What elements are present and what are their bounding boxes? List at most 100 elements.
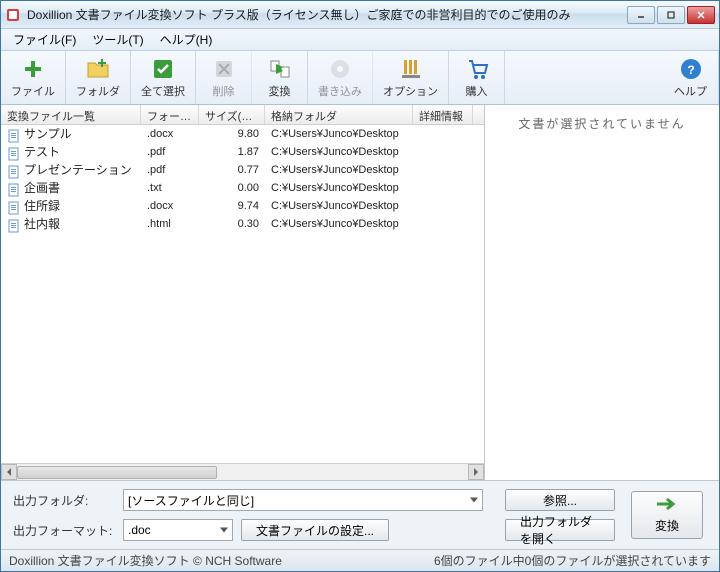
buy-icon bbox=[465, 57, 489, 81]
file-folder: C:¥Users¥Junco¥Desktop bbox=[265, 181, 413, 195]
list-body[interactable]: サンプル.docx9.80C:¥Users¥Junco¥Desktopテスト.p… bbox=[1, 125, 484, 463]
file-format: .pdf bbox=[141, 145, 199, 159]
file-name: 社内報 bbox=[24, 217, 60, 231]
toolbar: ファイル フォルダ 全て選択 削除 変換 書き込み オプション 購入 bbox=[1, 51, 719, 105]
preview-panel: 文書が選択されていません bbox=[485, 105, 719, 480]
list-row[interactable]: 社内報 .html0.30C:¥Users¥Junco¥Desktop bbox=[1, 215, 484, 233]
bottom-left: 出力フォルダ: [ソースファイルと同じ] 出力フォーマット: .doc 文書ファ… bbox=[13, 489, 493, 541]
toolbar-delete[interactable]: 削除 bbox=[196, 51, 252, 104]
file-format: .docx bbox=[141, 127, 199, 141]
toolbar-convert[interactable]: 変換 bbox=[252, 51, 308, 104]
scroll-thumb[interactable] bbox=[17, 466, 217, 479]
titlebar-text: Doxillion 文書ファイル変換ソフト プラス版（ライセンス無し）ご家庭での… bbox=[27, 6, 627, 23]
output-format-label: 出力フォーマット: bbox=[13, 522, 113, 539]
menu-help[interactable]: ヘルプ(H) bbox=[152, 29, 221, 50]
format-settings-button[interactable]: 文書ファイルの設定... bbox=[241, 519, 389, 541]
toolbar-help[interactable]: ? ヘルプ bbox=[663, 51, 719, 104]
file-info bbox=[413, 205, 473, 207]
document-icon bbox=[7, 147, 21, 161]
app-window: Doxillion 文書ファイル変換ソフト プラス版（ライセンス無し）ご家庭での… bbox=[0, 0, 720, 572]
file-format: .pdf bbox=[141, 163, 199, 177]
col-header-info[interactable]: 詳細情報 bbox=[413, 105, 473, 124]
file-name: サンプル bbox=[24, 127, 72, 141]
status-left: Doxillion 文書ファイル変換ソフト © NCH Software bbox=[9, 552, 434, 569]
toolbar-options[interactable]: オプション bbox=[373, 51, 449, 104]
list-row[interactable]: テスト .pdf1.87C:¥Users¥Junco¥Desktop bbox=[1, 143, 484, 161]
window-controls bbox=[627, 6, 715, 24]
file-size: 9.74 bbox=[199, 199, 265, 213]
bottom-right: 参照... 出力フォルダを開く bbox=[505, 489, 615, 541]
toolbar-write[interactable]: 書き込み bbox=[308, 51, 373, 104]
status-right: 6個のファイル中0個のファイルが選択されています bbox=[434, 552, 711, 569]
col-header-size[interactable]: サイズ(KB) bbox=[199, 105, 265, 124]
document-icon bbox=[7, 201, 21, 215]
options-icon bbox=[399, 57, 423, 81]
file-name: 企画書 bbox=[24, 181, 60, 195]
toolbar-buy[interactable]: 購入 bbox=[449, 51, 505, 104]
file-name: テスト bbox=[24, 145, 60, 159]
col-header-name[interactable]: 変換ファイル一覧 bbox=[1, 105, 141, 124]
file-info bbox=[413, 187, 473, 189]
svg-text:?: ? bbox=[687, 63, 694, 77]
scroll-left-button[interactable] bbox=[1, 464, 17, 480]
file-size: 0.77 bbox=[199, 163, 265, 177]
menu-file[interactable]: ファイル(F) bbox=[5, 29, 84, 50]
select-all-icon bbox=[151, 57, 175, 81]
minimize-button[interactable] bbox=[627, 6, 655, 24]
scroll-right-button[interactable] bbox=[468, 464, 484, 480]
file-size: 0.30 bbox=[199, 217, 265, 231]
document-icon bbox=[7, 129, 21, 143]
maximize-button[interactable] bbox=[657, 6, 685, 24]
toolbar-add-file[interactable]: ファイル bbox=[1, 51, 66, 104]
horizontal-scrollbar[interactable] bbox=[1, 463, 484, 480]
toolbar-add-folder[interactable]: フォルダ bbox=[66, 51, 131, 104]
file-size: 0.00 bbox=[199, 181, 265, 195]
file-size: 9.80 bbox=[199, 127, 265, 141]
file-info bbox=[413, 169, 473, 171]
titlebar: Doxillion 文書ファイル変換ソフト プラス版（ライセンス無し）ご家庭での… bbox=[1, 1, 719, 29]
col-header-format[interactable]: フォーマ... bbox=[141, 105, 199, 124]
statusbar: Doxillion 文書ファイル変換ソフト © NCH Software 6個の… bbox=[1, 549, 719, 571]
bottom-panel: 出力フォルダ: [ソースファイルと同じ] 出力フォーマット: .doc 文書ファ… bbox=[1, 480, 719, 549]
delete-icon bbox=[212, 57, 236, 81]
list-header: 変換ファイル一覧 フォーマ... サイズ(KB) 格納フォルダ 詳細情報 bbox=[1, 105, 484, 125]
open-output-folder-button[interactable]: 出力フォルダを開く bbox=[505, 519, 615, 541]
document-icon bbox=[7, 165, 21, 179]
close-button[interactable] bbox=[687, 6, 715, 24]
col-header-folder[interactable]: 格納フォルダ bbox=[265, 105, 413, 124]
file-folder: C:¥Users¥Junco¥Desktop bbox=[265, 199, 413, 213]
output-format-combo[interactable]: .doc bbox=[123, 519, 233, 541]
browse-button[interactable]: 参照... bbox=[505, 489, 615, 511]
file-format: .docx bbox=[141, 199, 199, 213]
output-folder-combo[interactable]: [ソースファイルと同じ] bbox=[123, 489, 483, 511]
file-folder: C:¥Users¥Junco¥Desktop bbox=[265, 145, 413, 159]
list-row[interactable]: プレゼンテーション.pdf0.77C:¥Users¥Junco¥Desktop bbox=[1, 161, 484, 179]
list-row[interactable]: 住所録.docx9.74C:¥Users¥Junco¥Desktop bbox=[1, 197, 484, 215]
list-row[interactable]: サンプル .docx9.80C:¥Users¥Junco¥Desktop bbox=[1, 125, 484, 143]
menu-tool[interactable]: ツール(T) bbox=[84, 29, 151, 50]
file-info bbox=[413, 151, 473, 153]
output-folder-label: 出力フォルダ: bbox=[13, 492, 113, 509]
file-list-panel: 変換ファイル一覧 フォーマ... サイズ(KB) 格納フォルダ 詳細情報 サンプ… bbox=[1, 105, 485, 480]
document-icon bbox=[7, 183, 21, 197]
write-icon bbox=[328, 57, 352, 81]
list-row[interactable]: 企画書.txt0.00C:¥Users¥Junco¥Desktop bbox=[1, 179, 484, 197]
file-format: .html bbox=[141, 217, 199, 231]
file-folder: C:¥Users¥Junco¥Desktop bbox=[265, 127, 413, 141]
app-icon bbox=[5, 7, 21, 23]
toolbar-spacer bbox=[505, 51, 663, 104]
document-icon bbox=[7, 219, 21, 233]
convert-button[interactable]: 変換 bbox=[631, 491, 703, 539]
bottom-convert-area: 変換 bbox=[627, 489, 707, 541]
plus-icon bbox=[21, 57, 45, 81]
file-info bbox=[413, 223, 473, 225]
file-name: プレゼンテーション bbox=[24, 163, 132, 177]
main-area: 変換ファイル一覧 フォーマ... サイズ(KB) 格納フォルダ 詳細情報 サンプ… bbox=[1, 105, 719, 480]
file-size: 1.87 bbox=[199, 145, 265, 159]
convert-arrow-icon bbox=[655, 496, 679, 515]
help-icon: ? bbox=[679, 57, 703, 81]
folder-plus-icon bbox=[86, 57, 110, 81]
file-folder: C:¥Users¥Junco¥Desktop bbox=[265, 217, 413, 231]
toolbar-select-all[interactable]: 全て選択 bbox=[131, 51, 196, 104]
convert-icon bbox=[268, 57, 292, 81]
